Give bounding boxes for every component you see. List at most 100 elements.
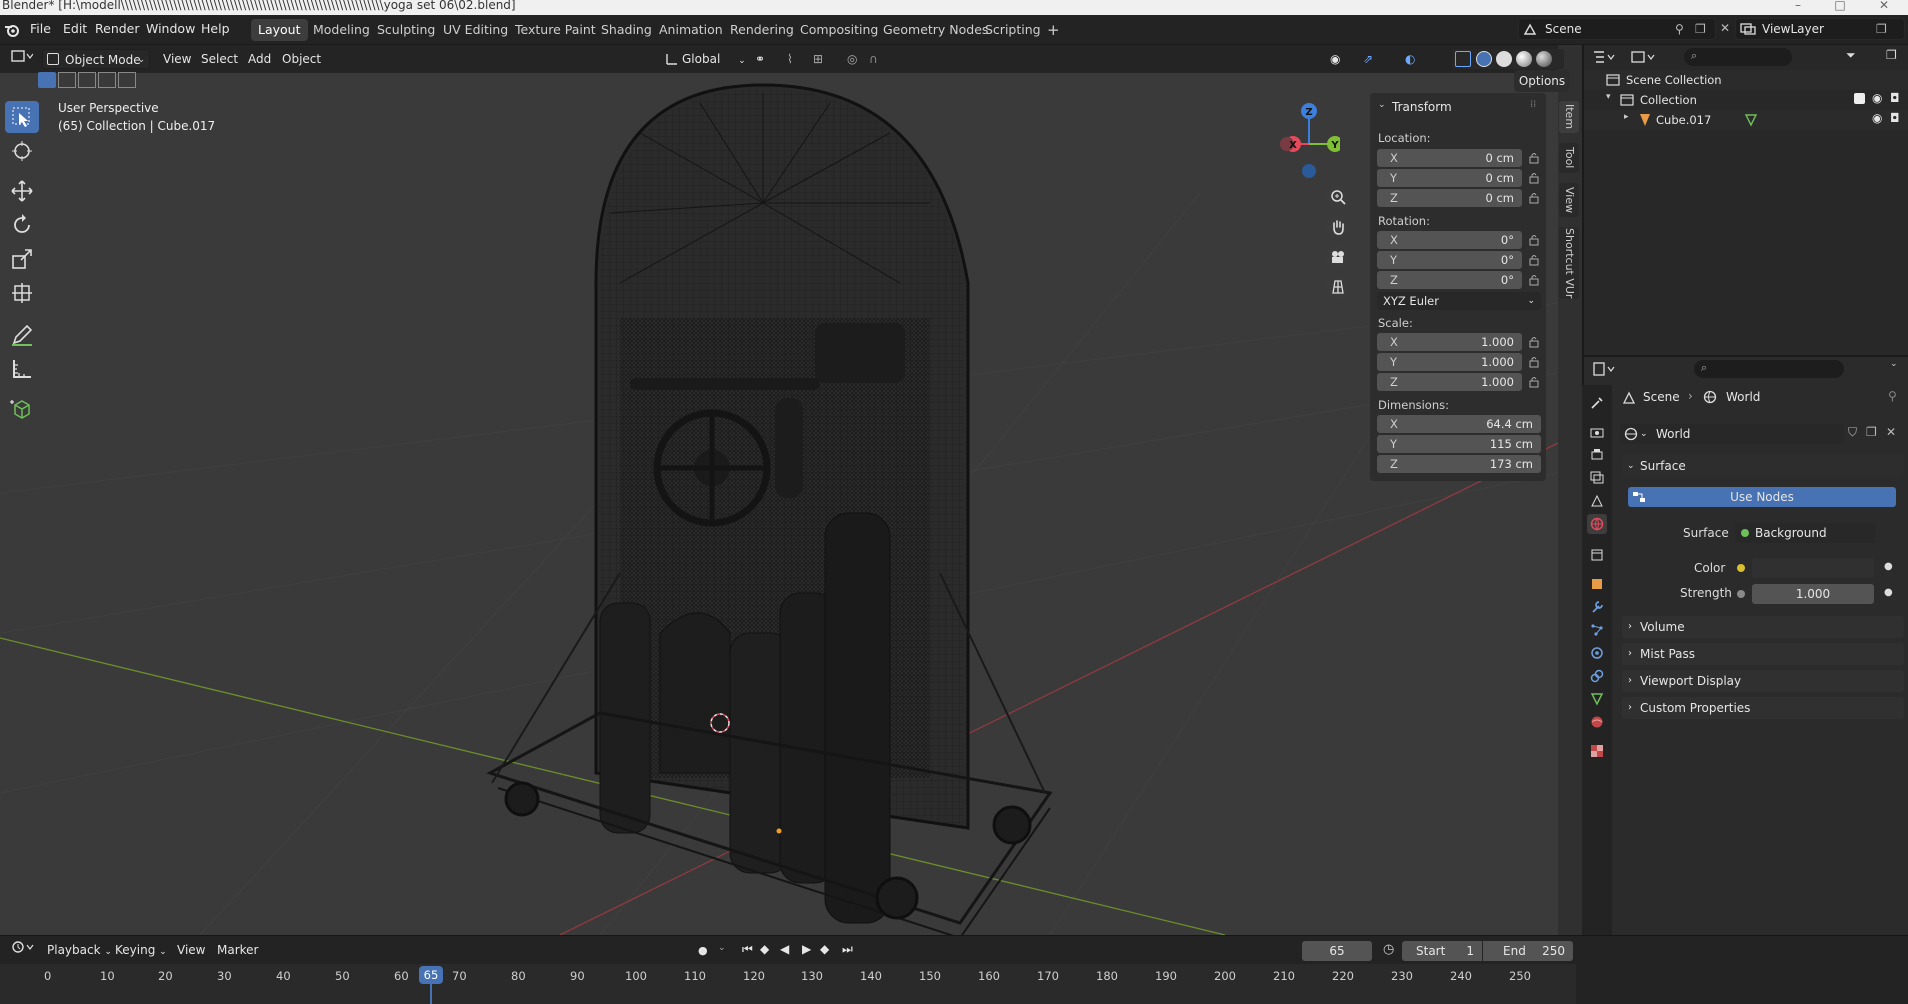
- properties-search-input[interactable]: ⌕: [1694, 360, 1844, 378]
- lock-icon[interactable]: [1528, 336, 1540, 348]
- menu-edit[interactable]: Edit: [63, 21, 87, 36]
- object-properties-icon[interactable]: [1587, 574, 1607, 594]
- tab-scripting[interactable]: Scripting: [978, 19, 1048, 41]
- proportional-edit-icon[interactable]: ◎: [842, 49, 862, 69]
- collection-properties-icon[interactable]: [1587, 545, 1607, 565]
- select-invert-icon[interactable]: [98, 72, 116, 88]
- scene-properties-icon[interactable]: [1587, 491, 1607, 511]
- move-tool[interactable]: [5, 175, 39, 207]
- lock-icon[interactable]: [1528, 254, 1540, 266]
- location-x-field[interactable]: X 0 cm: [1377, 149, 1522, 167]
- transform-panel-title[interactable]: Transform: [1392, 100, 1452, 114]
- blender-logo-icon[interactable]: [4, 23, 20, 37]
- location-z-field[interactable]: Z 0 cm: [1377, 189, 1522, 207]
- play-icon[interactable]: ▶: [802, 942, 811, 956]
- clock-icon[interactable]: ◷: [1383, 942, 1394, 957]
- camera-view-icon[interactable]: [1326, 245, 1350, 269]
- menu-timeline-view[interactable]: View: [172, 940, 210, 960]
- transform-tool[interactable]: [5, 277, 39, 309]
- select-new-icon[interactable]: [38, 72, 56, 88]
- remove-scene-icon[interactable]: ✕: [1720, 21, 1730, 35]
- eye-icon[interactable]: ◉: [1872, 91, 1882, 105]
- keyframe-dot-icon[interactable]: ●: [1884, 587, 1893, 598]
- strength-field[interactable]: 1.000: [1752, 584, 1874, 604]
- rotation-y-field[interactable]: Y 0°: [1377, 251, 1522, 269]
- output-properties-icon[interactable]: [1587, 445, 1607, 465]
- wireframe-shading-icon[interactable]: [1476, 51, 1492, 67]
- rotate-tool[interactable]: [5, 209, 39, 241]
- drag-handle-icon[interactable]: ⁞⁞: [1530, 99, 1536, 110]
- lock-icon[interactable]: [1528, 356, 1540, 368]
- world-datablock-selector[interactable]: ⌄ World: [1620, 424, 1844, 444]
- fake-user-shield-icon[interactable]: ⛉: [1848, 425, 1857, 440]
- physics-properties-icon[interactable]: [1587, 643, 1607, 663]
- world-properties-icon[interactable]: [1587, 514, 1607, 534]
- menu-playback[interactable]: Playback ⌄: [42, 940, 117, 960]
- menu-object[interactable]: Object: [277, 49, 326, 69]
- lock-icon[interactable]: [1528, 234, 1540, 246]
- solid-shading-icon[interactable]: [1496, 51, 1512, 67]
- scale-x-field[interactable]: X 1.000: [1377, 333, 1522, 351]
- data-properties-icon[interactable]: [1587, 689, 1607, 709]
- filter-icon[interactable]: ⏷: [1846, 48, 1856, 63]
- new-view-layer-icon[interactable]: ❐: [1876, 19, 1887, 39]
- render-properties-icon[interactable]: [1587, 422, 1607, 442]
- chevron-right-icon[interactable]: ▸: [1624, 112, 1629, 122]
- select-intersect-icon[interactable]: [118, 72, 136, 88]
- playhead-frame[interactable]: 65: [419, 966, 443, 984]
- custom-properties-panel-header[interactable]: › Custom Properties: [1622, 697, 1904, 719]
- tab-view[interactable]: View: [1559, 183, 1579, 217]
- chevron-down-icon[interactable]: ⌄: [1890, 359, 1898, 369]
- menu-add[interactable]: Add: [243, 49, 276, 69]
- chevron-down-icon[interactable]: ⌄: [1378, 100, 1386, 110]
- modifier-properties-icon[interactable]: [1587, 597, 1607, 617]
- camera-render-icon[interactable]: ◘: [1890, 91, 1900, 105]
- add-workspace-button[interactable]: +: [1040, 19, 1067, 41]
- jump-to-keyframe-back-icon[interactable]: ◆: [760, 942, 769, 956]
- tab-shortcut[interactable]: Shortcut VUr: [1559, 227, 1579, 299]
- scale-tool[interactable]: [5, 243, 39, 275]
- texture-properties-icon[interactable]: [1587, 741, 1607, 761]
- record-icon[interactable]: ●: [698, 944, 708, 957]
- chevron-down-icon[interactable]: ▾: [1606, 92, 1611, 102]
- dimensions-y-field[interactable]: Y 115 cm: [1377, 435, 1541, 453]
- tab-modeling[interactable]: Modeling: [306, 19, 377, 41]
- maximize-icon[interactable]: □: [1830, 0, 1850, 11]
- volume-panel-header[interactable]: › Volume: [1622, 616, 1904, 638]
- editor-type-button[interactable]: [6, 49, 38, 69]
- jump-to-start-icon[interactable]: ⏮: [742, 942, 753, 957]
- start-frame-field[interactable]: Start 1: [1402, 941, 1482, 961]
- snap-target-icon[interactable]: ⊞: [808, 49, 834, 69]
- outliner-search-input[interactable]: ⌕: [1684, 48, 1792, 66]
- minimize-icon[interactable]: –: [1788, 0, 1808, 11]
- exclude-checkbox[interactable]: [1854, 93, 1865, 104]
- falloff-icon[interactable]: ∩: [864, 49, 888, 69]
- pin-icon[interactable]: ⚲: [1888, 389, 1897, 403]
- menu-help[interactable]: Help: [201, 21, 230, 36]
- surface-shader-selector[interactable]: Background: [1735, 523, 1875, 543]
- camera-render-icon[interactable]: ◘: [1890, 111, 1900, 125]
- rotation-mode-selector[interactable]: XYZ Euler ⌄: [1377, 292, 1541, 310]
- dimensions-z-field[interactable]: Z 173 cm: [1377, 455, 1541, 473]
- rotation-z-field[interactable]: Z 0°: [1377, 271, 1522, 289]
- tab-rendering[interactable]: Rendering: [723, 19, 801, 41]
- tab-item[interactable]: Item: [1559, 101, 1579, 133]
- lock-icon[interactable]: [1528, 376, 1540, 388]
- new-scene-icon[interactable]: ❐: [1695, 19, 1706, 39]
- material-shading-icon[interactable]: [1516, 51, 1532, 67]
- mesh-data-icon[interactable]: [1744, 113, 1758, 127]
- transform-orientation-selector[interactable]: Global ⌄: [662, 49, 751, 69]
- menu-marker[interactable]: Marker: [212, 940, 263, 960]
- use-nodes-button[interactable]: Use Nodes: [1628, 487, 1896, 507]
- jump-to-keyframe-forward-icon[interactable]: ◆: [820, 942, 829, 956]
- dimensions-x-field[interactable]: X 64.4 cm: [1377, 415, 1541, 433]
- 3d-viewport[interactable]: User Perspective (65) Collection | Cube.…: [0, 73, 1558, 935]
- menu-keying[interactable]: Keying ⌄: [110, 940, 172, 960]
- lock-icon[interactable]: [1528, 192, 1540, 204]
- mist-pass-panel-header[interactable]: › Mist Pass: [1622, 643, 1904, 665]
- tab-layout[interactable]: Layout: [251, 19, 308, 41]
- tab-shading[interactable]: Shading: [594, 19, 659, 41]
- play-reverse-icon[interactable]: ◀: [780, 942, 789, 956]
- scene-selector[interactable]: Scene ⚲ ❐: [1518, 18, 1716, 40]
- tab-texture-paint[interactable]: Texture Paint: [508, 19, 603, 41]
